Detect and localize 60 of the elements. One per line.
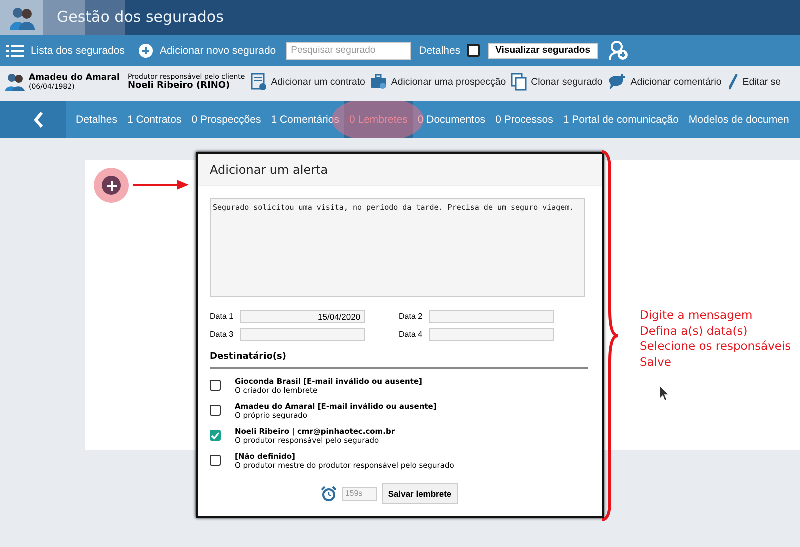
window-title: Gestão dos segurados <box>57 8 224 26</box>
plus-icon <box>106 180 116 190</box>
date-field[interactable] <box>428 310 554 323</box>
recipient-checkbox[interactable] <box>210 380 221 391</box>
tab[interactable]: 0 Prospecções <box>186 101 266 138</box>
date-field[interactable] <box>240 328 365 341</box>
date-field[interactable] <box>428 328 554 341</box>
action-link[interactable]: Editar se <box>742 76 782 88</box>
tab[interactable]: 0 Processos <box>490 101 558 138</box>
chevron-left-icon <box>34 112 44 128</box>
people-icon <box>8 6 34 30</box>
save-button[interactable]: Salvar lembrete <box>382 483 458 504</box>
annotation-text: Defina a(s) data(s) <box>640 324 749 339</box>
producer-name: Noeli Ribeiro (RINO) <box>128 81 232 91</box>
alarm-clock-icon <box>321 486 338 502</box>
details-checkbox[interactable] <box>466 44 480 57</box>
add-button[interactable] <box>102 176 121 195</box>
annotation-text: Digite a mensagem <box>640 308 754 324</box>
action-link[interactable]: Clonar segurado <box>531 76 603 88</box>
client-name: Amadeu do Amaral <box>29 73 120 83</box>
search-field[interactable]: Pesquisar segurado <box>286 42 412 60</box>
recipient-checkbox[interactable] <box>210 405 221 416</box>
action-link[interactable]: Adicionar uma prospecção <box>391 76 506 88</box>
tab[interactable]: Detalhes <box>66 101 122 138</box>
date-label: Data 4 <box>399 329 423 340</box>
user-search-icon <box>609 40 630 60</box>
details-label: Detalhes <box>419 44 461 56</box>
tab[interactable]: 0 Documentos <box>412 101 491 138</box>
document-icon <box>251 73 268 91</box>
annotation-text: Salve <box>640 354 672 370</box>
people-icon <box>5 73 25 91</box>
action-link[interactable]: Adicionar comentário <box>630 76 722 88</box>
toolbar-link[interactable]: Adicionar novo segurado <box>160 44 276 56</box>
arrow <box>133 180 189 190</box>
date-label: Data 1 <box>210 311 234 322</box>
timer-field: 159s <box>342 486 378 500</box>
copy-icon <box>511 73 528 91</box>
date-label: Data 2 <box>399 311 423 322</box>
briefcase-icon <box>370 74 388 90</box>
cursor-icon <box>659 385 670 402</box>
back-button[interactable] <box>0 101 66 138</box>
annotation-text: Selecione os responsáveis <box>640 339 792 354</box>
list-icon <box>6 44 24 58</box>
recipient-checkbox[interactable] <box>210 455 221 466</box>
toolbar-link[interactable]: Lista dos segurados <box>31 44 125 56</box>
view-button[interactable]: Visualizar segurados <box>488 42 598 58</box>
recipient-checkbox[interactable] <box>210 430 221 441</box>
tab[interactable]: Modelos de documen <box>684 101 794 138</box>
action-link[interactable]: Adicionar um contrato <box>271 76 366 88</box>
check-icon <box>211 432 220 440</box>
section-heading: Destinatário(s) <box>210 352 588 369</box>
tab[interactable]: 1 Contratos <box>122 101 187 138</box>
add-icon <box>138 44 153 58</box>
date-field[interactable]: 15/04/2020 <box>240 310 365 323</box>
speech-bubble-icon <box>608 74 627 90</box>
tab[interactable]: 1 Portal de comunicação <box>558 101 684 138</box>
date-label: Data 3 <box>210 329 234 340</box>
dialog-title: Adicionar um alerta <box>198 154 602 186</box>
pencil-icon <box>726 73 739 91</box>
tab[interactable]: 1 Comentários <box>266 101 344 138</box>
